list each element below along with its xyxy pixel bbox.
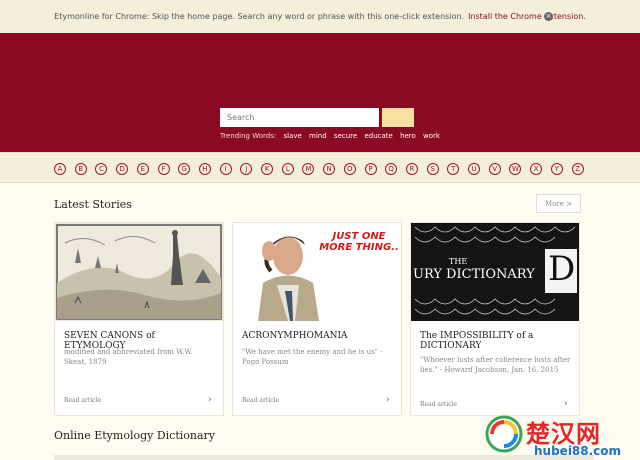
read-article-link[interactable]: Read article	[420, 401, 457, 408]
install-extension-link[interactable]: Install the Chrome extension.	[468, 12, 586, 21]
alphabet-letter-u[interactable]: U	[468, 163, 480, 175]
alphabet-letter-r[interactable]: R	[405, 163, 418, 175]
extension-notice-bar: Etymonline for Chrome: Skip the home pag…	[0, 0, 640, 33]
search-input[interactable]	[220, 108, 379, 127]
alphabet-letter-g[interactable]: G	[178, 163, 191, 175]
alphabet-letter-w[interactable]: W	[509, 163, 522, 175]
trending-words: Trending Words: slave mind secure educat…	[220, 132, 440, 140]
story-subtitle: "We have met the enemy and he is us" - P…	[242, 348, 383, 366]
alphabet-letter-m[interactable]: M	[302, 163, 315, 175]
alphabet-letter-e[interactable]: E	[136, 163, 149, 175]
dictionary-heading: Online Etymology Dictionary	[54, 429, 216, 442]
latest-stories-heading: Latest Stories	[54, 198, 132, 211]
alphabet-letter-j[interactable]: J	[240, 163, 253, 175]
trending-word-link[interactable]: educate	[364, 132, 392, 140]
alphabet-letter-l[interactable]: L	[281, 163, 294, 175]
more-stories-button[interactable]: More >	[536, 194, 581, 213]
trending-word-link[interactable]: work	[423, 132, 440, 140]
read-article-link[interactable]: Read article	[64, 397, 101, 404]
alphabet-letter-v[interactable]: V	[488, 163, 501, 175]
read-article-link[interactable]: Read article	[242, 397, 279, 404]
alphabet-letter-a[interactable]: A	[54, 163, 66, 175]
chevron-right-icon[interactable]: ›	[386, 395, 390, 405]
trending-word-link[interactable]: secure	[334, 132, 357, 140]
alphabet-letter-c[interactable]: C	[95, 163, 108, 175]
alphabet-letter-t[interactable]: T	[447, 163, 460, 175]
close-icon[interactable]: ×	[544, 12, 553, 21]
story-image-columbo: JUST ONE MORE THING..	[233, 223, 401, 321]
alphabet-letter-f[interactable]: F	[157, 163, 170, 175]
story-card[interactable]: THE URY DICTIONARY D The IMPOSSIBILITY o…	[410, 222, 580, 416]
alphabet-letter-d[interactable]: D	[116, 163, 129, 175]
story-image-text-the: THE	[449, 257, 468, 266]
story-title[interactable]: ACRONYMPHOMANIA	[242, 331, 394, 341]
watermark-logo: 楚汉网 hubei88.com	[480, 412, 640, 460]
story-card[interactable]: JUST ONE MORE THING.. ACRONYMPHOMANIA "W…	[232, 222, 402, 416]
notice-text: Etymonline for Chrome: Skip the home pag…	[54, 12, 465, 21]
search-button[interactable]	[382, 108, 414, 127]
alphabet-letter-y[interactable]: Y	[550, 163, 563, 175]
alphabet-letter-n[interactable]: N	[323, 163, 336, 175]
chevron-right-icon[interactable]: ›	[564, 399, 568, 409]
trending-label: Trending Words:	[220, 132, 277, 140]
alphabet-letter-b[interactable]: B	[74, 163, 87, 175]
chevron-right-icon[interactable]: ›	[208, 395, 212, 405]
alphabet-letter-o[interactable]: O	[343, 163, 356, 175]
story-image-text-initial: D	[548, 249, 576, 289]
trending-word-link[interactable]: hero	[400, 132, 416, 140]
alphabet-letter-s[interactable]: S	[426, 163, 439, 175]
story-card[interactable]: SEVEN CANONS of ETYMOLOGY modified and a…	[54, 222, 224, 416]
story-title[interactable]: The IMPOSSIBILITY of a DICTIONARY	[420, 331, 572, 351]
alphabet-letter-p[interactable]: P	[364, 163, 377, 175]
alphabet-letter-k[interactable]: K	[261, 163, 273, 175]
story-image-caption: JUST ONE MORE THING..	[319, 231, 399, 253]
story-subtitle: modified and abbreviated from W.W. Skeat…	[64, 348, 193, 366]
alphabet-letter-h[interactable]: H	[198, 163, 211, 175]
alphabet-bar: ABCDEFGHIJKLMNOPQRSTUVWXYZ	[0, 152, 640, 183]
watermark-url: hubei88.com	[534, 444, 622, 458]
alphabet-letter-q[interactable]: Q	[385, 163, 398, 175]
trending-word-link[interactable]: slave	[283, 132, 301, 140]
story-image-engraving	[55, 223, 223, 321]
alphabet-letter-i[interactable]: I	[219, 163, 232, 175]
story-subtitle: "Whoever lusts after coherence lusts aft…	[420, 356, 571, 374]
story-image-text-title: URY DICTIONARY	[413, 267, 535, 282]
alphabet-letter-z[interactable]: Z	[571, 163, 584, 175]
trending-word-link[interactable]: mind	[309, 132, 327, 140]
hero-banner: Trending Words: slave mind secure educat…	[0, 33, 640, 152]
story-image-dictionary: THE URY DICTIONARY D	[411, 223, 579, 321]
alphabet-letter-x[interactable]: X	[530, 163, 543, 175]
